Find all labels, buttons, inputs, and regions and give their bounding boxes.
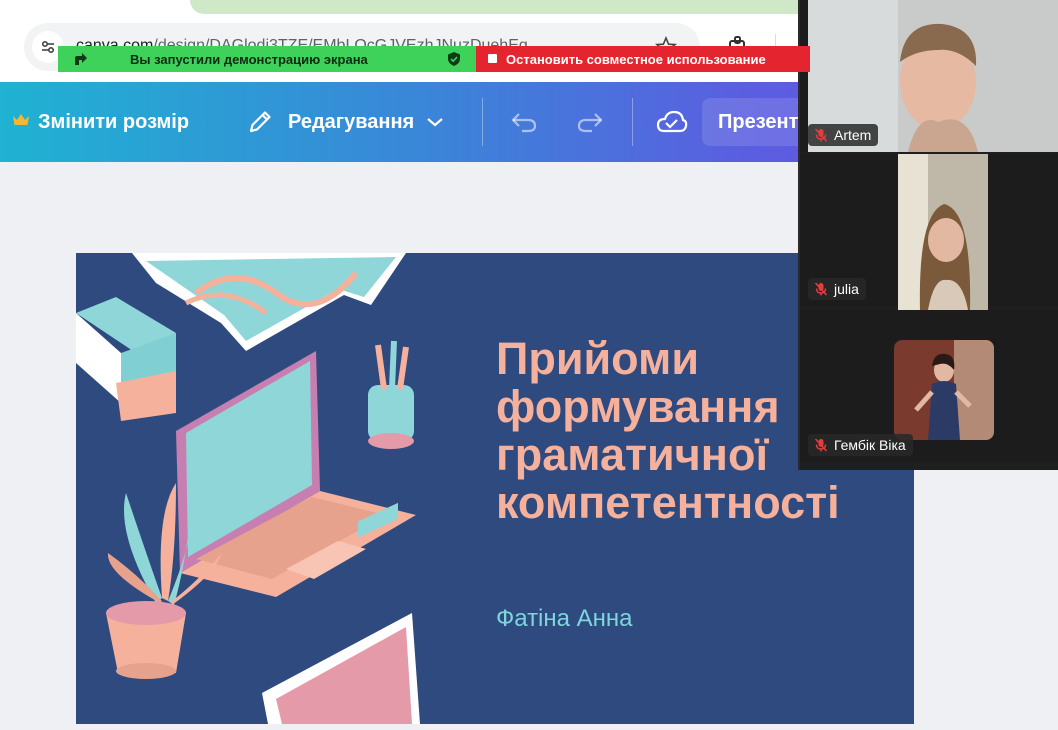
active-tab-strip [190,0,830,14]
share-status[interactable]: Вы запустили демонстрацию экрана [58,46,476,72]
participant-video [898,154,988,310]
resize-button[interactable]: Змінити розмір [12,82,189,162]
share-status-text: Вы запустили демонстрацию экрана [130,52,368,67]
slide-author[interactable]: Фатіна Анна [496,605,633,633]
participant-video [894,340,994,440]
pencil-cup-illustration [368,340,414,449]
participant-name-tag: julia [808,278,866,300]
redo-icon[interactable] [576,108,604,136]
title-line: компетентності [496,477,840,528]
share-arrow-icon [72,51,88,72]
present-button[interactable]: Презентувати [702,98,812,146]
shield-check-icon [446,51,462,72]
toolbar-divider [482,98,483,146]
mic-off-icon [814,128,828,142]
cloud-saved-icon[interactable] [656,108,688,136]
video-participants-panel: Artem julia Гембік Віка [798,0,1058,470]
participant-tile[interactable]: julia [800,154,1058,310]
resize-label: Змінити розмір [38,110,190,133]
participant-tile[interactable]: Гембік Віка [800,310,1058,462]
mic-off-icon [814,282,828,296]
chevron-down-icon [426,116,444,128]
mic-off-icon [814,438,828,452]
workspace-illustration [76,253,420,724]
crown-icon [12,111,30,134]
participant-name: Artem [834,127,872,143]
participant-name-tag: Гембік Віка [808,434,913,456]
edit-mode-label: Редагування [288,110,415,133]
pencil-icon [246,108,274,136]
stop-sharing-label: Остановить совместное использование [506,52,766,67]
books-illustration [76,297,176,421]
toolbar-divider [632,98,633,146]
participant-name: julia [834,281,859,297]
participant-name: Гембік Віка [834,437,906,453]
screen-share-banner: Вы запустили демонстрацию экрана Останов… [58,46,810,72]
edit-mode-dropdown[interactable]: Редагування [246,82,444,162]
participant-tile[interactable]: Artem [800,0,1058,152]
slide-canvas[interactable]: Прийоми формування граматичної компетент… [76,253,914,724]
undo-icon[interactable] [510,108,538,136]
participant-name-tag: Artem [808,124,879,146]
stop-sharing-button[interactable]: Остановить совместное использование [476,46,810,72]
stop-icon [488,54,497,63]
